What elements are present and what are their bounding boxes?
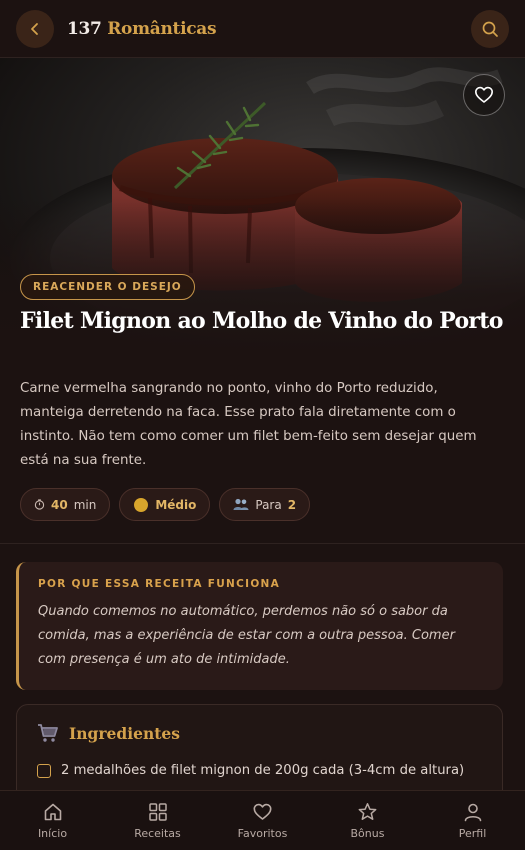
app-title: 137 Românticas (67, 18, 217, 39)
difficulty-chip: Médio (119, 488, 211, 521)
recipe-title: Filet Mignon ao Molho de Vinho do Porto (20, 308, 503, 334)
nav-label-receitas: Receitas (134, 826, 181, 840)
favorite-button[interactable] (463, 74, 505, 116)
time-value: 40 (51, 497, 68, 512)
category-tag: REACENDER O DESEJO (20, 274, 195, 300)
hero-section: REACENDER O DESEJO Filet Mignon ao Molho… (0, 58, 525, 358)
bottom-nav: Início Receitas Favoritos Bônus Perfil (0, 790, 525, 850)
nav-item-favoritos[interactable]: Favoritos (210, 791, 315, 850)
nav-item-perfil[interactable]: Perfil (420, 791, 525, 850)
why-heading: POR QUE ESSA RECEITA FUNCIONA (38, 578, 281, 590)
nav-label-favoritos: Favoritos (237, 826, 288, 840)
difficulty-dot-icon (134, 497, 149, 512)
app-title-number: 137 (67, 18, 102, 39)
ingredient-text: 2 medalhões de filet mignon de 200g cada… (61, 763, 465, 778)
user-icon (464, 803, 481, 821)
grid-icon (148, 802, 167, 821)
why-it-works-card: POR QUE ESSA RECEITA FUNCIONA Quando com… (16, 562, 503, 690)
ingredient-checkbox[interactable] (37, 763, 51, 778)
ingredients-header: Ingredientes (37, 723, 482, 743)
chevron-left-icon (31, 22, 38, 35)
ingredients-heading: Ingredientes (69, 723, 180, 743)
app-title-word: Românticas (107, 18, 217, 39)
nav-label-bonus: Bônus (350, 826, 385, 840)
serves-label: Para (255, 497, 282, 512)
heart-icon (475, 86, 493, 103)
difficulty-value: Médio (155, 497, 197, 512)
back-button[interactable] (16, 9, 54, 48)
search-button[interactable] (471, 9, 509, 48)
nav-item-receitas[interactable]: Receitas (105, 791, 210, 850)
why-text: Quando comemos no automático, perdemos n… (38, 604, 455, 667)
nav-label-inicio: Início (37, 826, 68, 840)
star-icon (358, 802, 377, 820)
divider (0, 543, 525, 544)
time-unit: min (73, 497, 97, 512)
timer-icon (34, 499, 45, 510)
ingredient-item[interactable]: 2 medalhões de filet mignon de 200g cada… (37, 763, 482, 778)
search-icon (482, 21, 498, 37)
recipe-meta: 40 min Médio Para 2 (20, 488, 311, 521)
nav-item-inicio[interactable]: Início (0, 791, 105, 850)
people-icon (233, 498, 249, 510)
cart-icon (38, 724, 58, 742)
top-bar: 137 Românticas (0, 0, 525, 58)
nav-item-bonus[interactable]: Bônus (315, 791, 420, 850)
recipe-description: Carne vermelha sangrando no ponto, vinho… (20, 381, 477, 468)
heart-icon (253, 803, 272, 820)
nav-label-perfil: Perfil (458, 826, 487, 840)
home-icon (44, 803, 61, 820)
serves-value: 2 (287, 497, 297, 512)
time-chip: 40 min (20, 488, 111, 521)
serves-chip: Para 2 (219, 488, 311, 521)
